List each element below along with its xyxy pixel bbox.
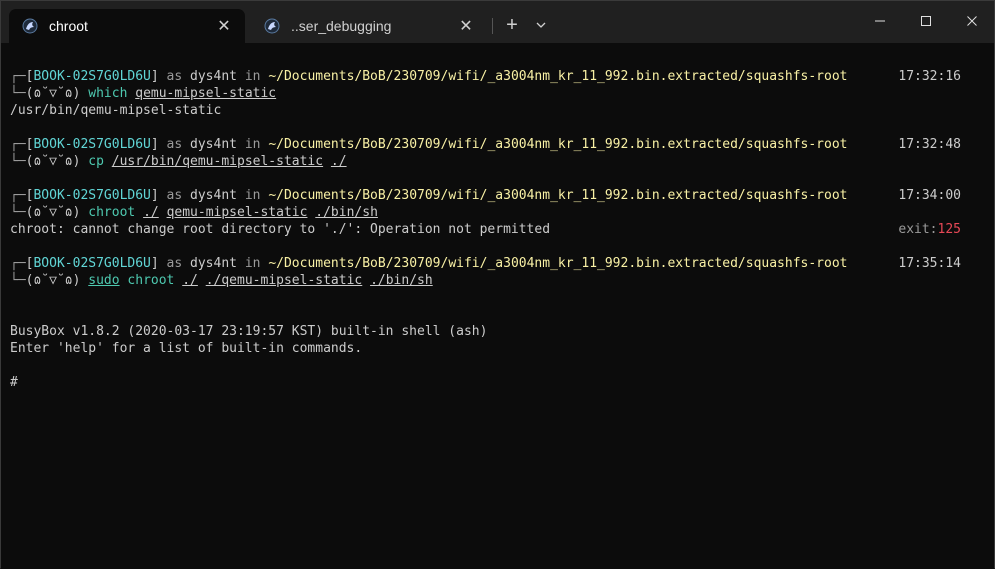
timestamp: 17:34:00 — [898, 188, 961, 203]
command-output: /usr/bin/qemu-mipsel-static — [10, 103, 222, 118]
close-window-button[interactable] — [949, 1, 995, 41]
busybox-banner: BusyBox v1.8.2 (2020-03-17 23:19:57 KST)… — [10, 324, 488, 339]
prompt-line: ┌─[BOOK-02S7G0LD6U] as dys4nt in ~/Docum… — [10, 188, 848, 203]
prompt-line: ┌─[BOOK-02S7G0LD6U] as dys4nt in ~/Docum… — [10, 137, 848, 152]
maximize-button[interactable] — [903, 1, 949, 41]
command-line: └─(ɷ˘▽˘ɷ) cp /usr/bin/qemu-mipsel-static… — [10, 154, 347, 169]
maximize-icon — [921, 16, 931, 26]
hostname: BOOK-02S7G0LD6U — [33, 69, 151, 84]
exit-status: exit:125 — [898, 222, 961, 237]
tab-label: ..ser_debugging — [291, 18, 392, 34]
timestamp: 17:32:16 — [898, 69, 961, 84]
terminal-output[interactable]: ┌─[BOOK-02S7G0LD6U] as dys4nt in ~/Docum… — [1, 43, 994, 569]
error-output: chroot: cannot change root directory to … — [10, 222, 551, 237]
prompt-line: ┌─[BOOK-02S7G0LD6U] as dys4nt in ~/Docum… — [10, 69, 848, 84]
kali-dragon-icon — [21, 17, 39, 35]
tab-user-debugging[interactable]: ..ser_debugging ✕ — [251, 9, 487, 43]
command-line: └─(ɷ˘▽˘ɷ) chroot ./ qemu-mipsel-static .… — [10, 205, 378, 220]
command-line: └─(ɷ˘▽˘ɷ) which qemu-mipsel-static — [10, 86, 277, 101]
minimize-icon — [875, 20, 885, 22]
hostname: BOOK-02S7G0LD6U — [33, 137, 151, 152]
tab-chroot[interactable]: chroot ✕ — [9, 9, 245, 43]
title-bar: chroot ✕ ..ser_debugging ✕ + — [1, 1, 994, 43]
busybox-help: Enter 'help' for a list of built-in comm… — [10, 341, 363, 356]
current-path: ~/Documents/BoB/230709/wifi/_a3004nm_kr_… — [268, 256, 848, 271]
minimize-button[interactable] — [857, 1, 903, 41]
new-tab-button[interactable]: + — [499, 11, 525, 39]
prompt-line: ┌─[BOOK-02S7G0LD6U] as dys4nt in ~/Docum… — [10, 256, 848, 271]
timestamp: 17:32:48 — [898, 137, 961, 152]
close-tab-icon[interactable]: ✕ — [213, 15, 235, 37]
close-tab-icon[interactable]: ✕ — [455, 15, 477, 37]
hostname: BOOK-02S7G0LD6U — [33, 256, 151, 271]
hostname: BOOK-02S7G0LD6U — [33, 188, 151, 203]
timestamp: 17:35:14 — [898, 256, 961, 271]
kali-dragon-icon — [263, 17, 281, 35]
current-path: ~/Documents/BoB/230709/wifi/_a3004nm_kr_… — [268, 188, 848, 203]
terminal-window: chroot ✕ ..ser_debugging ✕ + ┌─[BOOK-02S… — [0, 0, 995, 569]
current-path: ~/Documents/BoB/230709/wifi/_a3004nm_kr_… — [268, 69, 848, 84]
close-icon — [967, 16, 977, 26]
tab-divider — [492, 18, 493, 34]
command-line: └─(ɷ˘▽˘ɷ) sudo chroot ./ ./qemu-mipsel-s… — [10, 273, 433, 288]
chevron-down-icon — [536, 22, 546, 28]
shell-prompt[interactable]: # — [10, 374, 18, 391]
tab-label: chroot — [49, 18, 88, 34]
tab-dropdown-button[interactable] — [529, 11, 553, 39]
current-path: ~/Documents/BoB/230709/wifi/_a3004nm_kr_… — [268, 137, 848, 152]
